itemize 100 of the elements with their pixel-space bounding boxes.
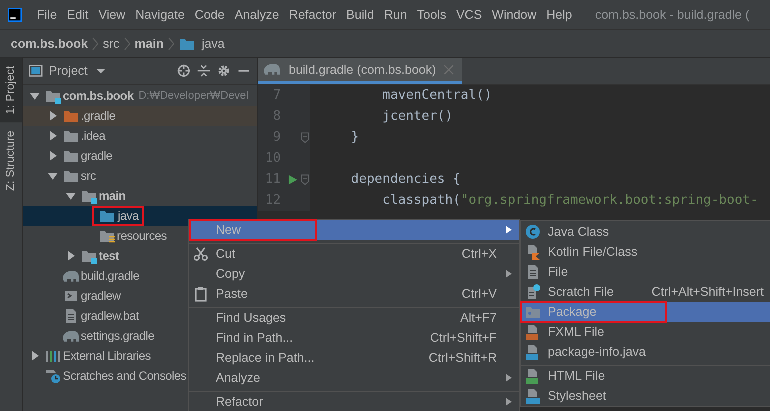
- settings-icon[interactable]: [217, 64, 231, 78]
- menu-item[interactable]: Analyze: [230, 8, 284, 22]
- file-icon: [63, 308, 79, 324]
- menu-item-label: Package: [522, 303, 665, 321]
- tree-row[interactable]: .idea: [23, 126, 257, 146]
- menu-item-label: Java Class: [547, 225, 610, 239]
- menu-item[interactable]: File: [521, 262, 770, 282]
- tree-item-label: gradle: [80, 149, 114, 163]
- menu-item[interactable]: Refactor: [189, 391, 519, 411]
- expanded-arrow-icon[interactable]: [29, 90, 41, 102]
- submenu-arrow-icon: [505, 226, 513, 234]
- submenu-arrow-icon: [505, 398, 513, 406]
- menu-item[interactable]: Cut Ctrl+X: [189, 243, 519, 264]
- breadcrumb-item[interactable]: java: [202, 36, 225, 50]
- breadcrumb-item[interactable]: src: [103, 36, 120, 50]
- app-logo-icon[interactable]: [8, 8, 22, 22]
- collapsed-arrow-icon[interactable]: [47, 130, 59, 142]
- expanded-arrow-icon[interactable]: [65, 190, 77, 202]
- menu-item[interactable]: Java Class: [521, 222, 770, 242]
- breadcrumb-item[interactable]: main: [134, 36, 164, 50]
- folder-icon: [525, 304, 541, 320]
- menu-item[interactable]: Find in Path... Ctrl+Shift+F: [189, 328, 519, 348]
- panel-icon: [29, 64, 43, 78]
- menu-item-label: Kotlin File/Class: [547, 245, 639, 259]
- menu-item[interactable]: VCS: [451, 8, 488, 22]
- menu-item[interactable]: Replace in Path... Ctrl+Shift+R: [189, 348, 519, 368]
- menu-item-label: Replace in Path...: [215, 351, 316, 365]
- menu-item[interactable]: Build: [342, 8, 380, 22]
- menu-item[interactable]: Paste Ctrl+V: [189, 284, 519, 304]
- collapsed-arrow-icon[interactable]: [29, 350, 41, 362]
- folder-icon: [63, 168, 79, 184]
- tree-row[interactable]: main: [23, 186, 257, 206]
- collapsed-arrow-icon[interactable]: [65, 250, 77, 262]
- file-icon: [525, 388, 541, 404]
- menu-item-label: Analyze: [215, 371, 262, 385]
- menu-item[interactable]: HTML File: [521, 365, 770, 386]
- menu-item-label: Paste: [215, 287, 249, 301]
- crosshair-icon[interactable]: [177, 64, 191, 78]
- tree-item-label: resources: [116, 229, 168, 243]
- tree-item-label: .gradle: [80, 109, 117, 123]
- submenu-arrow-icon: [505, 374, 513, 382]
- menu-item[interactable]: Code: [190, 8, 230, 22]
- menu-item[interactable]: Copy: [189, 264, 519, 284]
- shortcut-label: Alt+F7: [460, 311, 497, 325]
- menu-item[interactable]: Navigate: [130, 8, 190, 22]
- tree-item-label: Scratches and Consoles: [62, 369, 188, 383]
- menu-item[interactable]: Run: [379, 8, 412, 22]
- tree-item-label: test: [98, 249, 120, 263]
- menu-item-label: FXML File: [547, 325, 606, 339]
- tree-item-label: settings.gradle: [80, 329, 156, 343]
- editor-tab[interactable]: build.gradle (com.bs.book): [258, 58, 462, 84]
- menu-item[interactable]: Edit: [62, 8, 94, 22]
- menu-item[interactable]: View: [94, 8, 131, 22]
- menu-item[interactable]: File: [32, 8, 62, 22]
- tree-row[interactable]: .gradle: [23, 106, 257, 126]
- menu-item[interactable]: Stylesheet: [521, 386, 770, 406]
- menu-item-label: File: [547, 265, 570, 279]
- tree-row[interactable]: java: [23, 206, 257, 226]
- menu-item[interactable]: Tools: [412, 8, 452, 22]
- chevron-icon: [168, 36, 175, 52]
- terminal-icon: [63, 288, 79, 304]
- menu-item-label: Stylesheet: [547, 389, 608, 403]
- expanded-arrow-icon[interactable]: [47, 170, 59, 182]
- menu-item[interactable]: Window: [487, 8, 542, 22]
- class-icon: [525, 224, 541, 240]
- collapsed-arrow-icon[interactable]: [47, 150, 59, 162]
- menu-item[interactable]: Analyze: [189, 368, 519, 388]
- tree-row[interactable]: com.bs.book D:₩Developer₩Devel: [23, 86, 257, 106]
- menu-item[interactable]: Scratch File Ctrl+Alt+Shift+Insert: [521, 282, 770, 302]
- tool-window-tab[interactable]: 1: Project: [0, 58, 22, 123]
- file-icon: [525, 344, 541, 360]
- run-icon[interactable]: [288, 174, 298, 184]
- code-line: dependencies {: [350, 172, 461, 187]
- menu-item[interactable]: Help: [542, 8, 578, 22]
- tree-item-label: java: [94, 208, 142, 224]
- tree-item-label: main: [98, 189, 127, 203]
- menu-item[interactable]: Kotlin File/Class: [521, 242, 770, 262]
- breadcrumb-item[interactable]: com.bs.book: [11, 36, 88, 50]
- collapse-icon[interactable]: [197, 64, 211, 78]
- panel-title[interactable]: Project: [49, 64, 88, 78]
- menu-item-label: package-info.java: [547, 345, 647, 359]
- file-icon: [525, 368, 541, 384]
- tree-row[interactable]: gradle: [23, 146, 257, 166]
- shortcut-label: Ctrl+Shift+F: [430, 331, 497, 345]
- menu-item-label: Find Usages: [215, 311, 288, 325]
- tool-window-tab[interactable]: Z: Structure: [0, 122, 22, 199]
- menu-item[interactable]: Find Usages Alt+F7: [189, 307, 519, 328]
- tree-item-label: build.gradle: [80, 269, 140, 283]
- menu-item-label: Scratch File: [547, 285, 615, 299]
- menu-item-label: Find in Path...: [215, 331, 294, 345]
- shortcut-label: Ctrl+V: [462, 287, 497, 301]
- elephant-icon: [63, 270, 79, 282]
- file-icon: [525, 284, 541, 300]
- menu-item[interactable]: FXML File: [521, 322, 770, 342]
- menu-item[interactable]: Refactor: [284, 8, 342, 22]
- collapsed-arrow-icon[interactable]: [47, 110, 59, 122]
- tree-row[interactable]: src: [23, 166, 257, 186]
- code-line: jcenter(): [382, 109, 454, 124]
- project-path: D:₩Developer₩Devel: [138, 90, 249, 102]
- menu-item[interactable]: package-info.java: [521, 342, 770, 362]
